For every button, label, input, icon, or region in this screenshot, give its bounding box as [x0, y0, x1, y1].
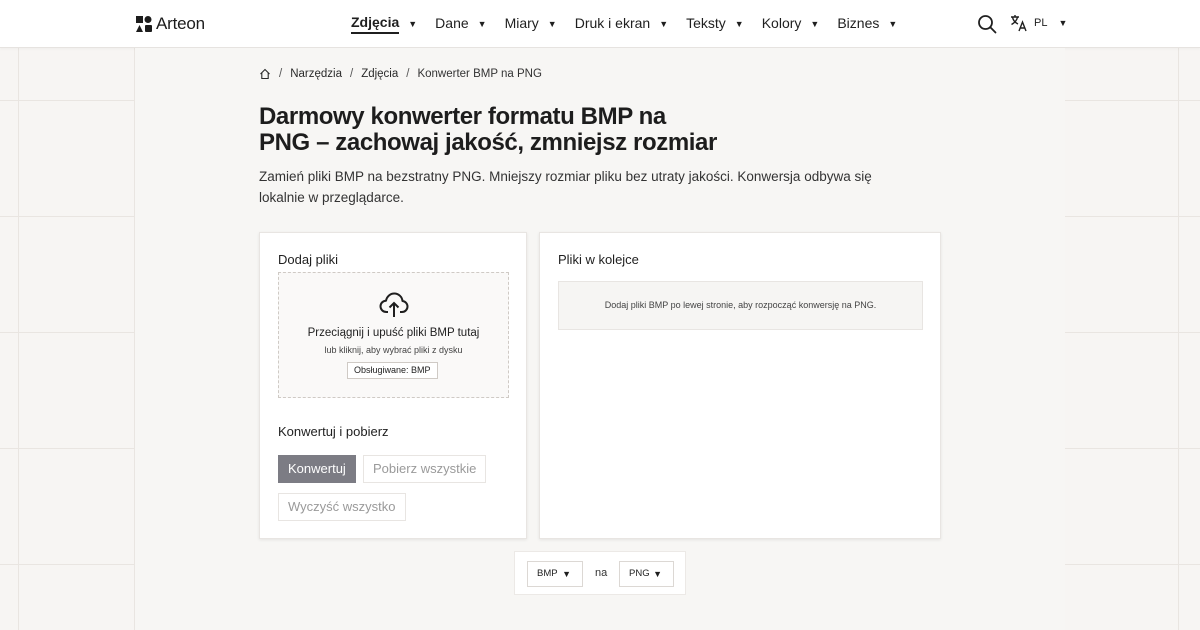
nav-item-label: Kolory [761, 15, 802, 31]
caret-down-icon: ▼ [659, 19, 669, 29]
brand-logo[interactable]: Arteon [136, 14, 205, 34]
nav-item-kolory[interactable]: Kolory ▼ [762, 15, 820, 33]
target-format-value: PNG [629, 568, 650, 579]
caret-down-icon: ▼ [562, 569, 571, 579]
queue-empty-state: Dodaj pliki BMP po lewej stronie, aby ro… [558, 281, 923, 330]
source-format-value: BMP [537, 568, 558, 579]
dropzone-title: Przeciągnij i upuść pliki BMP tutaj [307, 327, 480, 339]
top-navigation-bar: Arteon Zdjęcia ▼ Dane ▼ Miary ▼ Druk i e… [0, 0, 1200, 48]
caret-down-icon: ▼ [1058, 18, 1068, 28]
nav-item-label: Dane [435, 15, 469, 31]
caret-down-icon: ▼ [477, 19, 487, 29]
caret-down-icon: ▼ [408, 19, 418, 29]
breadcrumb-separator: / [279, 68, 283, 80]
breadcrumb-separator: / [349, 68, 354, 80]
nav-item-miary[interactable]: Miary ▼ [505, 15, 557, 33]
nav-item-zdjecia[interactable]: Zdjęcia ▼ [351, 14, 417, 34]
brand-name: Arteon [156, 14, 205, 33]
main-nav: Zdjęcia ▼ Dane ▼ Miary ▼ Druk i ekran ▼ … [351, 0, 915, 48]
queue-panel: Pliki w kolejce Dodaj pliki BMP po lewej… [539, 232, 941, 539]
arteon-logo-icon [136, 16, 152, 32]
source-format-select[interactable]: BMP ▼ [527, 561, 583, 587]
format-connector: na [595, 567, 608, 579]
breadcrumb-current: Konwerter BMP na PNG [417, 68, 542, 80]
translate-icon [1011, 15, 1027, 32]
breadcrumb-link-narzedzia[interactable]: Narzędzia [290, 68, 342, 80]
caret-down-icon: ▼ [810, 19, 820, 29]
cloud-upload-icon [379, 292, 409, 317]
language-selector[interactable]: PL ▼ [1010, 14, 1067, 32]
breadcrumb-link-zdjecia[interactable]: Zdjęcia [361, 68, 398, 80]
upload-panel: Dodaj pliki Przeciągnij i upuść pliki BM… [259, 232, 527, 539]
nav-item-label: Druk i ekran [574, 15, 651, 31]
language-code: PL [1034, 17, 1048, 29]
convert-button[interactable]: Konwertuj [278, 455, 356, 483]
nav-item-druk-i-ekran[interactable]: Druk i ekran ▼ [575, 15, 668, 33]
dropzone-subtitle: lub kliknij, aby wybrać pliki z dysku [324, 345, 463, 355]
nav-item-label: Miary [504, 15, 539, 31]
target-format-select[interactable]: PNG ▼ [619, 561, 674, 587]
nav-item-dane[interactable]: Dane ▼ [435, 15, 486, 33]
page-description: Zamień pliki BMP na bezstratny PNG. Mnie… [259, 169, 872, 205]
breadcrumb-separator: / [406, 68, 410, 80]
upload-heading: Dodaj pliki [278, 252, 338, 267]
caret-down-icon: ▼ [734, 19, 744, 29]
nav-item-label: Biznes [837, 15, 880, 31]
clear-all-button[interactable]: Wyczyść wszystko [278, 493, 406, 521]
breadcrumb: / Narzędzia / Zdjęcia / Konwerter BMP na… [259, 68, 542, 80]
page-title: Darmowy konwerter formatu BMP na PNG – z… [259, 103, 717, 156]
supported-formats-badge: Obsługiwane: BMP [347, 362, 438, 379]
download-all-button[interactable]: Pobierz wszystkie [363, 455, 487, 483]
caret-down-icon: ▼ [888, 19, 898, 29]
format-switcher: BMP ▼ na PNG ▼ [514, 551, 686, 595]
nav-item-biznes[interactable]: Biznes ▼ [837, 15, 897, 33]
caret-down-icon: ▼ [653, 569, 662, 579]
nav-item-label: Zdjęcia [351, 14, 400, 34]
actions-heading: Konwertuj i pobierz [278, 424, 389, 439]
queue-heading: Pliki w kolejce [558, 252, 639, 267]
home-icon[interactable] [259, 68, 271, 80]
file-dropzone[interactable]: Przeciągnij i upuść pliki BMP tutaj lub … [278, 272, 509, 398]
nav-item-label: Teksty [686, 15, 726, 31]
caret-down-icon: ▼ [547, 19, 557, 29]
search-icon[interactable] [977, 14, 997, 34]
nav-item-teksty[interactable]: Teksty ▼ [686, 15, 744, 33]
